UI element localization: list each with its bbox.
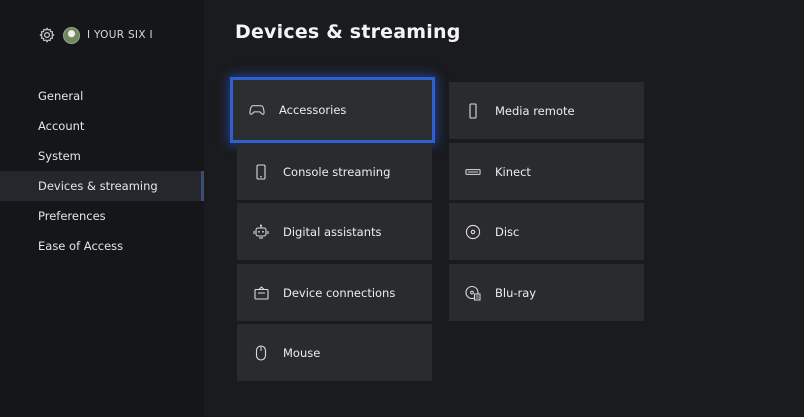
- tile-accessories[interactable]: Accessories: [230, 77, 435, 143]
- tile-label: Disc: [495, 224, 520, 239]
- tile-label: Media remote: [495, 103, 575, 118]
- profile-bar: I YOUR SIX I: [38, 25, 153, 45]
- tile-console-streaming[interactable]: Console streaming: [237, 143, 432, 200]
- phone-icon: [253, 163, 269, 180]
- tile-label: Digital assistants: [283, 224, 382, 239]
- sidebar-item-ease-of-access[interactable]: Ease of Access: [0, 231, 204, 261]
- sidebar: I YOUR SIX I General Account System Devi…: [0, 0, 204, 417]
- sidebar-item-preferences[interactable]: Preferences: [0, 201, 204, 231]
- tile-label: Accessories: [279, 103, 347, 117]
- tile-blu-ray[interactable]: Blu-ray: [449, 264, 644, 321]
- tile-label: Kinect: [495, 164, 531, 179]
- sidebar-item-label: Preferences: [38, 209, 106, 223]
- controller-icon: [249, 102, 265, 118]
- gamertag: I YOUR SIX I: [87, 29, 153, 41]
- tile-label: Device connections: [283, 285, 396, 300]
- disc-icon: [465, 224, 481, 240]
- settings-window: I YOUR SIX I General Account System Devi…: [0, 0, 804, 417]
- assistant-icon: [253, 224, 269, 240]
- tile-mouse[interactable]: Mouse: [237, 324, 432, 381]
- bluray-icon: [465, 285, 481, 301]
- gear-icon[interactable]: [38, 26, 56, 44]
- tile-device-connections[interactable]: Device connections: [237, 264, 432, 321]
- mouse-icon: [253, 344, 269, 361]
- tile-digital-assistants[interactable]: Digital assistants: [237, 203, 432, 260]
- avatar[interactable]: [63, 26, 80, 44]
- page-title: Devices & streaming: [235, 21, 461, 43]
- sidebar-item-label: System: [38, 149, 81, 163]
- sidebar-item-label: Devices & streaming: [38, 179, 158, 193]
- sidebar-nav: General Account System Devices & streami…: [0, 81, 204, 261]
- sidebar-item-label: General: [38, 89, 84, 103]
- sidebar-item-general[interactable]: General: [0, 81, 204, 111]
- tile-media-remote[interactable]: Media remote: [449, 82, 644, 139]
- sidebar-item-system[interactable]: System: [0, 141, 204, 171]
- sidebar-item-label: Ease of Access: [38, 239, 124, 253]
- tile-label: Mouse: [283, 345, 321, 360]
- tile-kinect[interactable]: Kinect: [449, 143, 644, 200]
- tile-disc[interactable]: Disc: [449, 203, 644, 260]
- connection-icon: [253, 285, 269, 301]
- remote-icon: [465, 102, 481, 119]
- tile-label: Console streaming: [283, 164, 391, 179]
- sidebar-item-account[interactable]: Account: [0, 111, 204, 141]
- tile-label: Blu-ray: [495, 285, 537, 300]
- kinect-icon: [465, 164, 481, 180]
- sidebar-item-devices-streaming[interactable]: Devices & streaming: [0, 171, 204, 201]
- sidebar-item-label: Account: [38, 119, 85, 133]
